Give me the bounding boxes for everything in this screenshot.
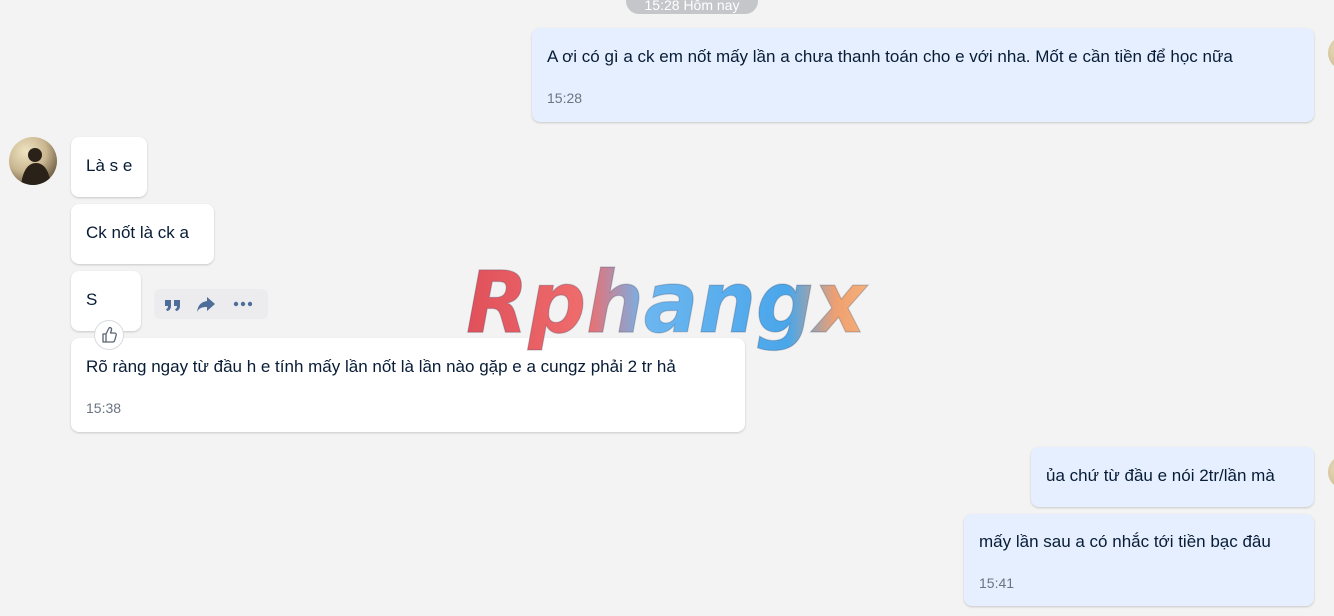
message-time: 15:41 [979, 575, 1015, 591]
message-time: 15:38 [86, 400, 122, 416]
message-bubble-outgoing[interactable]: A ơi có gì a ck em nốt mấy lần a chưa th… [532, 28, 1314, 122]
message-bubble-outgoing[interactable]: ủa chứ từ đầu e nói 2tr/lần mà [1031, 447, 1314, 507]
reaction-button[interactable] [94, 320, 124, 350]
share-icon[interactable] [195, 293, 217, 315]
message-text: Là s e [86, 156, 133, 175]
more-icon[interactable] [232, 293, 254, 315]
message-bubble-outgoing[interactable]: mấy lần sau a có nhắc tới tiền bạc đâu 1… [964, 514, 1314, 606]
quote-icon[interactable] [162, 293, 184, 315]
message-action-bar [154, 289, 268, 319]
message-text: ủa chứ từ đầu e nói 2tr/lần mà [1046, 466, 1275, 485]
message-time: 15:28 [547, 90, 583, 106]
self-avatar[interactable] [1328, 455, 1334, 489]
avatar-silhouette-icon [21, 148, 51, 185]
message-bubble-incoming[interactable]: Rõ ràng ngay từ đầu h e tính mấy lần nốt… [71, 338, 745, 432]
contact-avatar[interactable] [9, 137, 57, 185]
message-text: S [86, 290, 98, 309]
date-separator: 15:28 Hôm nay [626, 0, 758, 14]
message-bubble-incoming[interactable]: Là s e [71, 137, 147, 197]
message-text: Rõ ràng ngay từ đầu h e tính mấy lần nốt… [86, 357, 676, 376]
message-bubble-incoming[interactable]: Ck nốt là ck a [71, 204, 214, 264]
message-text: Ck nốt là ck a [86, 223, 189, 242]
message-text: mấy lần sau a có nhắc tới tiền bạc đâu [979, 532, 1271, 551]
thumbs-up-icon [102, 326, 117, 343]
self-avatar[interactable] [1328, 36, 1334, 70]
message-text: A ơi có gì a ck em nốt mấy lần a chưa th… [547, 47, 1233, 66]
